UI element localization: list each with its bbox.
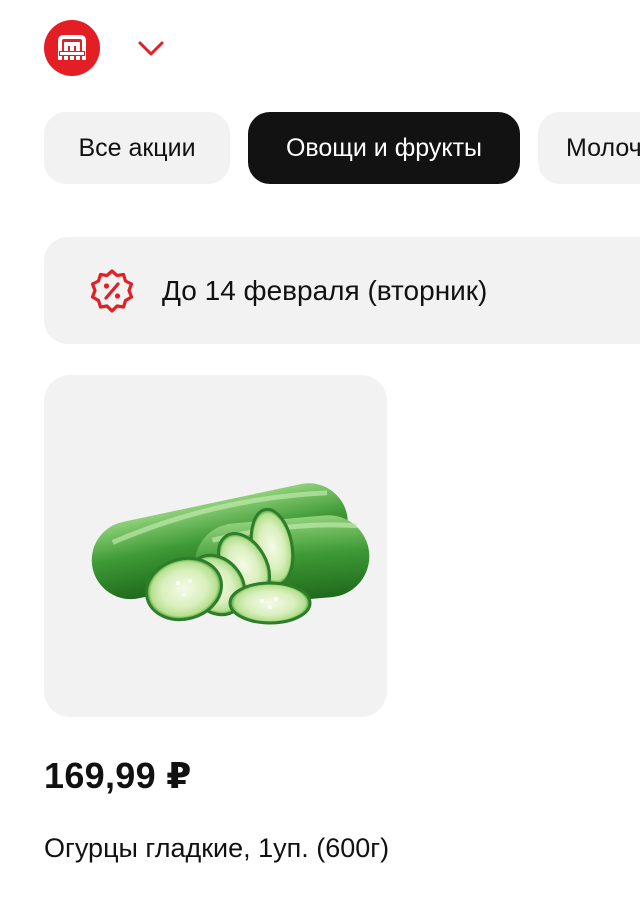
- magnit-logo-icon[interactable]: [44, 20, 100, 76]
- tab-dairy[interactable]: Молоч: [538, 112, 640, 184]
- tab-all-promos[interactable]: Все акции: [44, 112, 230, 184]
- product-image[interactable]: [44, 375, 387, 717]
- promo-period-text: До 14 февраля (вторник): [162, 274, 488, 306]
- promo-period-banner: До 14 февраля (вторник): [44, 237, 640, 344]
- cucumber-image: [91, 483, 370, 625]
- logo-m-glyph: [58, 35, 86, 60]
- chevron-down-icon[interactable]: [136, 36, 166, 62]
- tab-vegetables-fruits[interactable]: Овощи и фрукты: [248, 112, 520, 184]
- product-title[interactable]: Огурцы гладкие, 1уп. (600г): [44, 828, 404, 868]
- discount-badge-icon: [90, 268, 134, 313]
- product-price: 169,99 ₽: [44, 755, 192, 796]
- promo-page: Все акции Овощи и фрукты Молоч До 14 фев…: [0, 0, 640, 913]
- category-tabs: Все акции Овощи и фрукты Молоч: [44, 112, 640, 184]
